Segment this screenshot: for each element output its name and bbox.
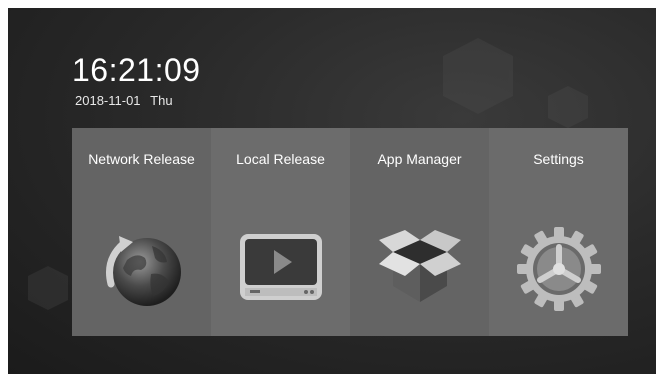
tile-label-settings: Settings [533, 151, 584, 167]
home-screen: 16:21:09 2018-11-01 Thu Network Release [8, 8, 656, 374]
tv-play-icon [240, 234, 322, 300]
tile-local-release[interactable]: Local Release [211, 128, 350, 336]
tile-label-local-release: Local Release [236, 151, 325, 167]
tile-app-manager[interactable]: App Manager [350, 128, 489, 336]
open-box-icon [379, 230, 461, 302]
globe-refresh-icon [106, 236, 181, 306]
gear-icon [517, 227, 601, 311]
tile-settings[interactable]: Settings [489, 128, 628, 336]
weekday-text: Thu [150, 93, 173, 108]
clock-time: 16:21:09 [72, 52, 201, 88]
date-text: 2018-11-01 [75, 93, 141, 108]
tile-label-network-release: Network Release [88, 151, 195, 167]
tile-network-release[interactable]: Network Release [72, 128, 211, 336]
date-display: 2018-11-01 Thu [75, 93, 173, 108]
app-tiles: Network Release Local Release App Manage… [72, 128, 628, 336]
tile-label-app-manager: App Manager [377, 151, 462, 167]
